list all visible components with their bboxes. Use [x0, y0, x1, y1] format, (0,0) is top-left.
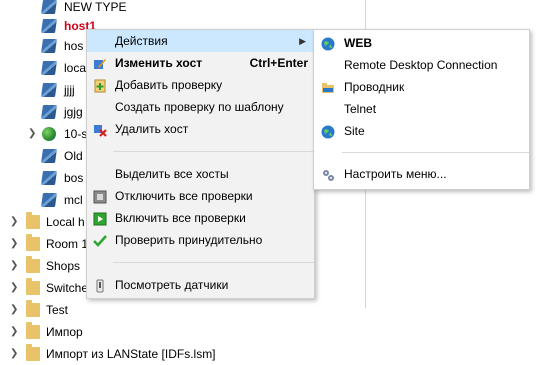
host-icon	[41, 193, 57, 207]
host-icon	[41, 61, 57, 75]
add-check-icon	[93, 78, 107, 93]
menu-item-label: Выделить все хосты	[115, 167, 229, 181]
host-icon	[41, 149, 57, 163]
host-icon	[41, 19, 57, 33]
submenu-item-rdp[interactable]: Remote Desktop Connection	[314, 54, 529, 76]
chevron-right-icon[interactable]: ❯	[10, 277, 20, 299]
menu-separator	[113, 151, 314, 152]
submenu-item-site[interactable]: Site	[314, 120, 529, 142]
shortcut-label: Ctrl+Enter	[249, 56, 308, 70]
tree-item-label: loca	[64, 61, 87, 75]
menu-item-label: Посмотреть датчики	[115, 278, 229, 292]
delete-icon	[93, 122, 107, 137]
edit-icon	[93, 56, 107, 70]
menu-item-disable-all-checks[interactable]: Отключить все проверки	[87, 185, 314, 207]
folder-icon	[26, 256, 40, 273]
host-icon	[41, 171, 57, 185]
menu-item-enable-all-checks[interactable]: Включить все проверки	[87, 207, 314, 229]
menu-item-label: Действия	[115, 34, 168, 48]
menu-item-label: Отключить все проверки	[115, 189, 253, 203]
folder-icon	[26, 322, 40, 339]
submenu-item-telnet[interactable]: Telnet	[314, 98, 529, 120]
host-icon	[41, 39, 57, 53]
menu-item-create-from-template[interactable]: Создать проверку по шаблону	[87, 96, 314, 118]
sensor-icon	[93, 278, 107, 293]
disable-icon	[93, 189, 107, 204]
tree-item-label: jjjj	[64, 83, 75, 97]
menu-separator	[113, 262, 314, 263]
chevron-right-icon[interactable]: ❯	[10, 299, 20, 321]
menu-separator	[342, 152, 529, 153]
menu-item-add-check[interactable]: Добавить проверку	[87, 74, 314, 96]
folder-icon	[26, 212, 40, 229]
host-icon	[41, 83, 57, 97]
menu-item-view-sensors[interactable]: Посмотреть датчики	[87, 274, 314, 296]
globe-icon	[42, 127, 56, 141]
menu-item-edit-host[interactable]: Изменить хост Ctrl+Enter	[87, 52, 314, 74]
menu-item-actions[interactable]: Действия ▶	[87, 30, 314, 52]
menu-item-force-check[interactable]: Проверить принудительно	[87, 229, 314, 251]
chevron-right-icon: ▶	[299, 36, 306, 46]
tree-item-label: Local h	[46, 215, 85, 229]
context-menu[interactable]: Действия ▶ Изменить хост Ctrl+Enter Доба…	[86, 29, 315, 299]
checkmark-icon	[93, 233, 107, 247]
folder-icon	[26, 234, 40, 251]
tree-item-label: Shops	[46, 259, 81, 273]
globe-icon	[321, 124, 335, 139]
submenu-item-label: Telnet	[344, 102, 377, 116]
tree-item-label: Old	[64, 149, 83, 163]
tree-item-label: 10-s	[64, 127, 88, 141]
chevron-right-icon[interactable]: ❯	[10, 343, 20, 365]
chevron-right-icon[interactable]: ❯	[10, 233, 20, 255]
submenu-item-label: WEB	[344, 36, 372, 50]
folder-icon	[26, 344, 40, 361]
host-icon	[41, 0, 57, 14]
globe-icon	[321, 36, 335, 51]
chevron-right-icon[interactable]: ❯	[10, 211, 20, 233]
tree-item-label: Room 1	[46, 237, 89, 251]
tree-item-label: Test	[46, 303, 69, 317]
enable-icon	[93, 211, 107, 226]
settings-icon	[321, 167, 335, 181]
folder-icon	[26, 300, 40, 317]
menu-item-label: Создать проверку по шаблону	[115, 100, 284, 114]
submenu-item-explorer[interactable]: Проводник	[314, 76, 529, 98]
menu-item-label: Удалить хост	[115, 122, 189, 136]
tree-item-label: hos	[64, 39, 84, 53]
tree-item-label: Импорт из LANState [IDFs.lsm]	[46, 347, 216, 361]
tree-item-label: jgjg	[64, 105, 83, 119]
menu-item-label: Проверить принудительно	[115, 233, 263, 247]
chevron-right-icon[interactable]: ❯	[28, 123, 38, 145]
folder-icon	[26, 278, 40, 295]
tree-item-label: Switche	[46, 281, 89, 295]
menu-item-select-all-hosts[interactable]: Выделить все хосты	[87, 163, 314, 185]
submenu-item-configure-menu[interactable]: Настроить меню...	[314, 163, 529, 185]
tree-item-label: Импор	[46, 325, 83, 339]
submenu-item-label: Remote Desktop Connection	[344, 58, 498, 72]
actions-submenu[interactable]: WEB Remote Desktop Connection Проводник …	[313, 29, 530, 190]
tree-item-label: bos	[64, 171, 84, 185]
tree-item-label: mcl	[64, 193, 83, 207]
menu-item-label: Добавить проверку	[115, 78, 223, 92]
submenu-item-label: Настроить меню...	[344, 167, 447, 181]
submenu-item-label: Site	[344, 124, 365, 138]
menu-item-label: Включить все проверки	[115, 211, 246, 225]
menu-item-delete-host[interactable]: Удалить хост	[87, 118, 314, 140]
chevron-right-icon[interactable]: ❯	[10, 321, 20, 343]
chevron-right-icon[interactable]: ❯	[10, 255, 20, 277]
submenu-item-web[interactable]: WEB	[314, 32, 529, 54]
folder-icon	[321, 80, 335, 94]
host-icon	[41, 105, 57, 119]
submenu-item-label: Проводник	[344, 80, 405, 94]
menu-item-label: Изменить хост	[115, 56, 203, 70]
